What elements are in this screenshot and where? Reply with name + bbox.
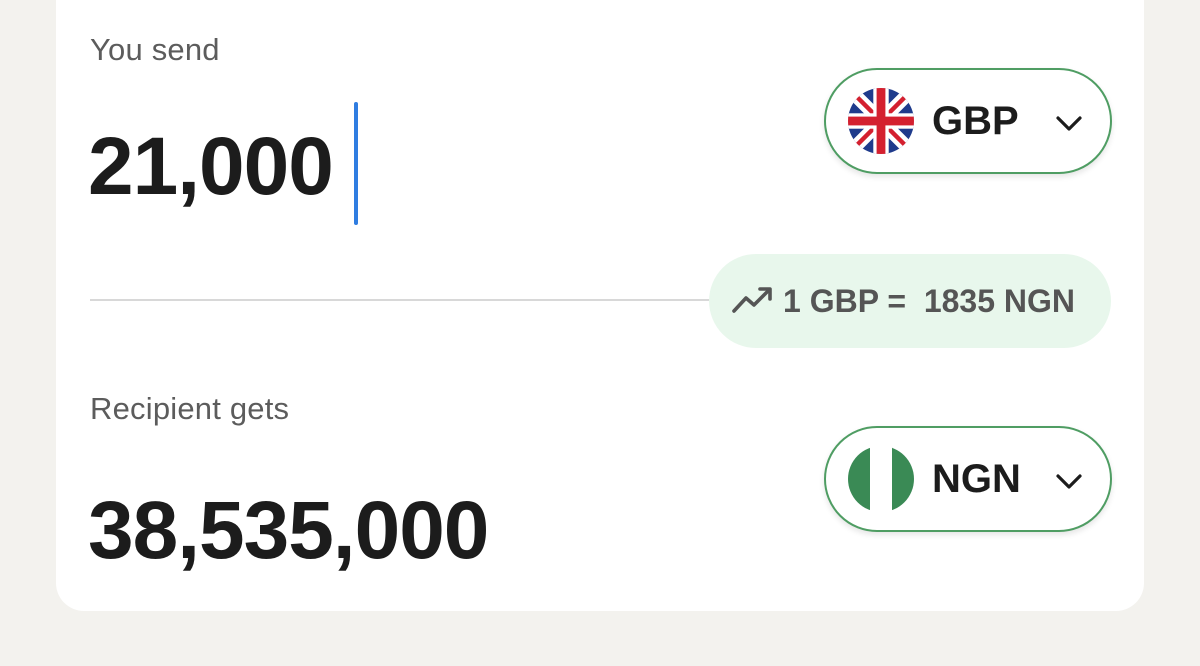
divider bbox=[90, 299, 730, 301]
nigeria-flag-icon bbox=[848, 446, 914, 512]
send-label: You send bbox=[90, 32, 220, 67]
send-currency-selector[interactable]: GBP bbox=[824, 68, 1112, 174]
exchange-rate-badge: 1 GBP = 1835 NGN bbox=[709, 254, 1111, 348]
chevron-down-icon bbox=[1056, 116, 1082, 131]
receive-currency-selector[interactable]: NGN bbox=[824, 426, 1112, 532]
text-caret bbox=[354, 102, 358, 225]
receive-amount: 38,535,000 bbox=[88, 485, 489, 576]
chevron-down-icon bbox=[1056, 474, 1082, 489]
uk-flag-icon bbox=[848, 88, 914, 154]
exchange-rate-text: 1 GBP = 1835 NGN bbox=[783, 283, 1075, 319]
send-amount-input[interactable]: 21,000 bbox=[88, 120, 334, 214]
send-currency-code: GBP bbox=[932, 99, 1019, 143]
receive-currency-code: NGN bbox=[932, 457, 1021, 501]
trending-up-icon bbox=[732, 287, 772, 313]
receive-label: Recipient gets bbox=[90, 391, 290, 426]
